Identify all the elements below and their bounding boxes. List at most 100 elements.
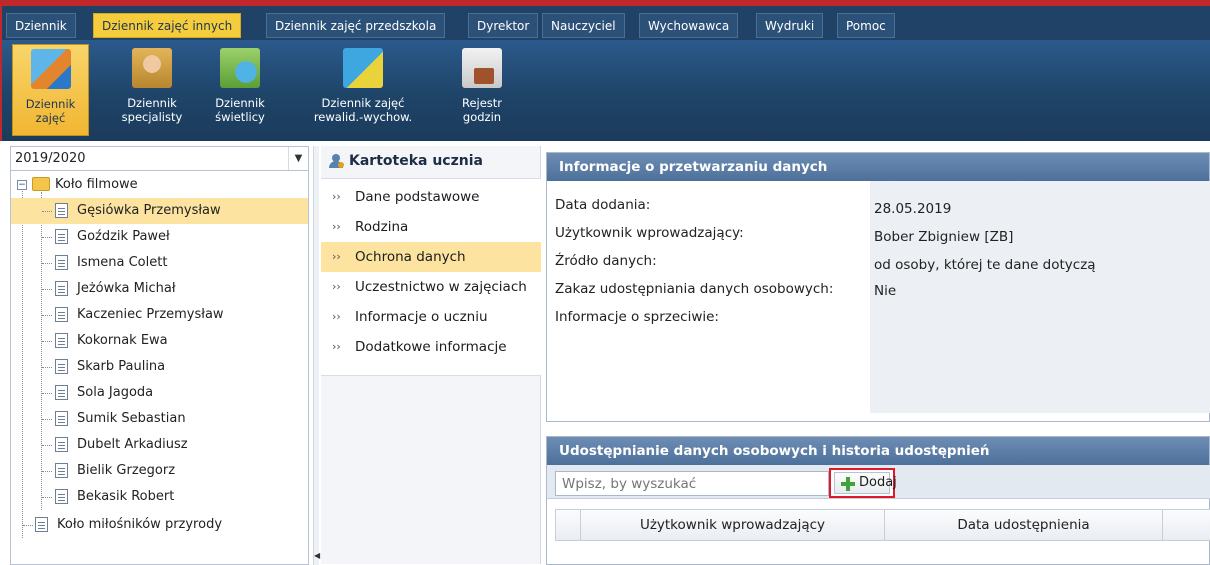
menu-tab-dyrektor[interactable]: Dyrektor bbox=[468, 13, 539, 38]
student-key-icon bbox=[329, 154, 344, 168]
document-icon bbox=[55, 203, 68, 218]
student-name: Sola Jagoda bbox=[77, 385, 154, 400]
student-name: Dubelt Arkadiusz bbox=[77, 437, 188, 452]
document-icon bbox=[55, 437, 68, 452]
student-name: Gęsiówka Przemysław bbox=[77, 203, 221, 218]
ribbon-label-line2: świetlicy bbox=[215, 110, 265, 124]
nav-item-label: Dane podstawowe bbox=[355, 189, 480, 205]
panel-header: Informacje o przetwarzaniu danych bbox=[547, 153, 1209, 181]
menu-tab-wychowawca[interactable]: Wychowawca bbox=[639, 13, 739, 38]
nav-item-uczestnictwo[interactable]: ›› Uczestnictwo w zajęciach bbox=[321, 272, 541, 302]
tree-item-student[interactable]: Sumik Sebastian bbox=[11, 406, 308, 432]
student-name: Skarb Paulina bbox=[77, 359, 166, 374]
hours-register-briefcase-icon bbox=[462, 48, 502, 88]
field-value-uzytkownik: Bober Zbigniew [ZB] bbox=[874, 229, 1014, 245]
ribbon-toolbar: Dziennik zajęć Dziennik specjalisty Dzienn… bbox=[0, 40, 1210, 141]
tree-group-label: Koło filmowe bbox=[55, 177, 138, 192]
column-header-extra[interactable] bbox=[1162, 510, 1210, 540]
student-name: Sumik Sebastian bbox=[77, 411, 186, 426]
ribbon-dziennik-rewalidacji-button[interactable]: Dziennik zajęć rewalid.-wychow. bbox=[298, 44, 428, 136]
menu-tab-dziennik[interactable]: Dziennik bbox=[6, 13, 76, 38]
tree-item-student[interactable]: Gęsiówka Przemysław bbox=[11, 198, 308, 224]
plus-icon bbox=[841, 477, 855, 491]
field-value-zrodlo: od osoby, której te dane dotyczą bbox=[874, 257, 1096, 273]
double-chevron-right-icon: ›› bbox=[332, 340, 341, 353]
school-year-select[interactable]: 2019/2020 ▼ bbox=[11, 147, 308, 171]
nav-item-rodzina[interactable]: ›› Rodzina bbox=[321, 212, 541, 242]
top-menu-bar: Dziennik Dziennik zajęć innych Dziennik … bbox=[0, 0, 1210, 40]
nav-item-dane-podstawowe[interactable]: ›› Dane podstawowe bbox=[321, 182, 541, 212]
tree-item-student[interactable]: Sola Jagoda bbox=[11, 380, 308, 406]
ribbon-label-line1: Rejestr bbox=[461, 96, 503, 110]
menu-tab-wydruki[interactable]: Wydruki bbox=[756, 13, 824, 38]
document-icon bbox=[55, 255, 68, 270]
double-chevron-right-icon: ›› bbox=[332, 220, 341, 233]
double-chevron-right-icon: ›› bbox=[332, 190, 341, 203]
open-folder-icon bbox=[32, 177, 50, 191]
nav-item-label: Uczestnictwo w zajęciach bbox=[355, 279, 527, 295]
tree-item-student[interactable]: Goździk Paweł bbox=[11, 224, 308, 250]
ribbon-label-line1: Dziennik bbox=[127, 96, 177, 110]
tree-item-student[interactable]: Kaczeniec Przemysław bbox=[11, 302, 308, 328]
nav-item-ochrona-danych[interactable]: ›› Ochrona danych bbox=[321, 242, 541, 272]
field-label-zakaz: Zakaz udostępniania danych osobowych: bbox=[555, 281, 834, 297]
document-icon bbox=[55, 281, 68, 296]
tree-item-student[interactable]: Dubelt Arkadiusz bbox=[11, 432, 308, 458]
tree-group-label: Koło miłośników przyrody bbox=[57, 517, 223, 532]
panel-splitter[interactable]: ◀ bbox=[313, 146, 320, 565]
field-label-sprzeciw: Informacje o sprzeciwie: bbox=[555, 309, 719, 325]
student-name: Bielik Grzegorz bbox=[77, 463, 176, 478]
student-card-menu: ›› Dane podstawowe ›› Rodzina ›› Ochrona da… bbox=[321, 178, 541, 376]
ribbon-dziennik-zajec-button[interactable]: Dziennik zajęć bbox=[12, 44, 89, 136]
column-header-uzytkownik[interactable]: Użytkownik wprowadzający bbox=[580, 510, 884, 540]
tree-item-student[interactable]: Bielik Grzegorz bbox=[11, 458, 308, 484]
tree-group-kolo-filmowe[interactable]: − Koło filmowe bbox=[11, 172, 308, 198]
student-name: Kokornak Ewa bbox=[77, 333, 168, 348]
document-icon bbox=[55, 463, 68, 478]
document-icon bbox=[55, 229, 68, 244]
student-card-title: Kartoteka ucznia bbox=[349, 153, 483, 169]
menu-tab-nauczyciel[interactable]: Nauczyciel bbox=[542, 13, 625, 38]
document-icon bbox=[55, 385, 68, 400]
revalidation-journal-icon bbox=[343, 48, 383, 88]
search-input[interactable] bbox=[555, 471, 829, 496]
nav-item-dodatkowe-informacje[interactable]: ›› Dodatkowe informacje bbox=[321, 332, 541, 362]
tree-item-student[interactable]: Skarb Paulina bbox=[11, 354, 308, 380]
ribbon-label-line1: Dziennik bbox=[25, 97, 76, 111]
tree-item-student[interactable]: Ismena Colett bbox=[11, 250, 308, 276]
menu-tab-pomoc[interactable]: Pomoc bbox=[837, 13, 895, 38]
tree-item-student[interactable]: Bekasik Robert bbox=[11, 484, 308, 510]
tree-group-kolo-milosnikow-przyrody[interactable]: Koło miłośników przyrody bbox=[11, 512, 308, 538]
field-label-uzytkownik: Użytkownik wprowadzający: bbox=[555, 225, 744, 241]
ribbon-dziennik-swietlicy-button[interactable]: Dziennik świetlicy bbox=[198, 44, 282, 136]
ribbon-label-line1: Dziennik bbox=[215, 96, 265, 110]
field-value-data-dodania: 28.05.2019 bbox=[874, 201, 952, 217]
tree-item-student[interactable]: Jeżówka Michał bbox=[11, 276, 308, 302]
field-labels: Data dodania: Użytkownik wprowadzający: … bbox=[547, 181, 870, 421]
chevron-down-icon[interactable]: ▼ bbox=[288, 147, 308, 170]
menu-tab-dziennik-zajec-innych[interactable]: Dziennik zajęć innych bbox=[93, 13, 242, 38]
ribbon-label-line2: godzin bbox=[462, 110, 502, 124]
field-values: 28.05.2019 Bober Zbigniew [ZB] od osoby,… bbox=[870, 181, 1210, 413]
nav-item-informacje-o-uczniu[interactable]: ›› Informacje o uczniu bbox=[321, 302, 541, 332]
ribbon-label-line2: zajęć bbox=[35, 111, 66, 125]
ribbon-dziennik-specjalisty-button[interactable]: Dziennik specjalisty bbox=[110, 44, 194, 136]
menu-tab-dziennik-zajec-przedszkola[interactable]: Dziennik zajęć przedszkola bbox=[266, 13, 446, 38]
sharing-history-panel: Udostępnianie danych osobowych i histori… bbox=[546, 436, 1210, 565]
ribbon-label-line2: specjalisty bbox=[121, 110, 183, 124]
journal-chart-icon bbox=[30, 49, 71, 89]
tree-item-student[interactable]: Kokornak Ewa bbox=[11, 328, 308, 354]
panel-header: Udostępnianie danych osobowych i histori… bbox=[547, 437, 1209, 465]
collapse-icon[interactable]: − bbox=[17, 180, 27, 190]
ribbon-rejestr-godzin-button[interactable]: Rejestr godzin bbox=[442, 44, 522, 136]
double-chevron-right-icon: ›› bbox=[332, 310, 341, 323]
add-button-highlight: Dodaj bbox=[829, 468, 897, 498]
sharing-table-header: Użytkownik wprowadzający Data udostępnie… bbox=[555, 509, 1210, 541]
student-name: Bekasik Robert bbox=[77, 489, 175, 504]
student-card-nav: Kartoteka ucznia ›› Dane podstawowe ›› Rod… bbox=[321, 146, 541, 564]
document-icon bbox=[55, 489, 68, 504]
column-header-data[interactable]: Data udostępnienia bbox=[884, 510, 1162, 540]
double-chevron-right-icon: ›› bbox=[332, 250, 341, 263]
collapse-left-arrow-icon[interactable]: ◀ bbox=[314, 551, 320, 560]
add-button[interactable]: Dodaj bbox=[834, 472, 897, 494]
